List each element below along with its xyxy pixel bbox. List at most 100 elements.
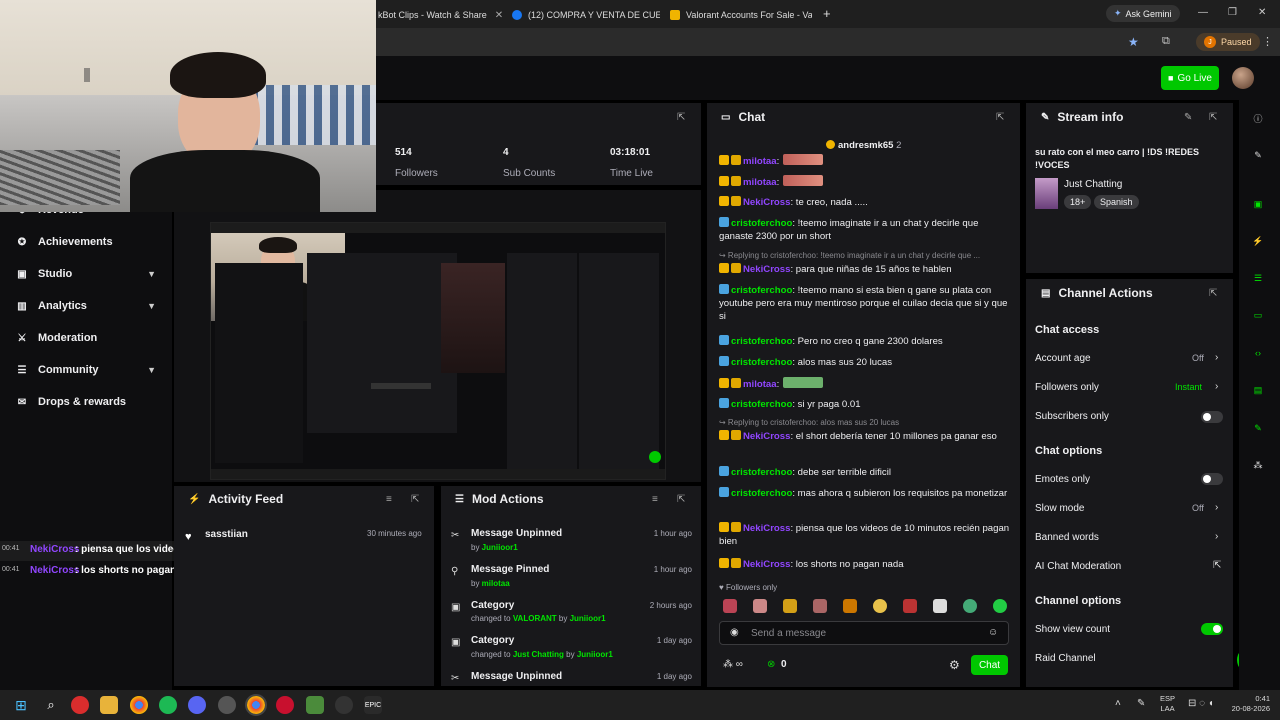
user-avatar[interactable] [1232,67,1254,89]
new-tab-icon[interactable]: + [823,6,831,21]
chat-username[interactable]: NekiCross [743,559,790,570]
chevron-right-icon[interactable]: › [1215,502,1218,513]
sidebar-item-drops[interactable]: ✉ Drops & rewards [16,392,162,412]
pinned-chatter[interactable]: andresmk65 2 [826,140,901,151]
search-icon[interactable]: ⌕ [42,696,60,714]
browser-tab-clips[interactable]: kBot Clips - Watch & Share ✕ [370,4,505,26]
category-name[interactable]: VALORANT [513,614,557,623]
discord-icon[interactable] [188,696,206,714]
emotes-only-toggle[interactable] [1201,473,1223,485]
chat-username[interactable]: milotaa [743,177,777,188]
chat-username[interactable]: cristoferchoo [731,218,792,229]
followers-only-label[interactable]: Followers only [1035,382,1099,393]
chat-input[interactable]: ◉ Send a message ☺ [719,621,1009,645]
sidebar-item-analytics[interactable]: ▥ Analytics ▼ [16,296,162,316]
chat-bubble-icon[interactable]: ▭ [1251,308,1265,322]
go-live-button[interactable]: ■ Go Live [1161,66,1219,90]
account-age-label[interactable]: Account age [1035,353,1091,364]
emote-icon[interactable] [843,599,857,613]
gear-icon[interactable]: ⚙ [949,658,960,672]
language-indicator[interactable]: ESP LAA [1160,694,1175,714]
epic-games-icon[interactable]: EPIC [364,696,382,714]
chevron-right-icon[interactable]: › [1215,531,1218,542]
clip-icon[interactable]: ▣ [1251,197,1265,211]
bits-icon[interactable]: ◉ [730,627,739,638]
popout-icon[interactable]: ⇱ [677,112,685,123]
bookmark-star-icon[interactable]: ★ [1128,35,1139,49]
chat-username[interactable]: NekiCross [743,523,790,534]
subscribers-only-toggle[interactable] [1201,411,1223,423]
spotify-icon[interactable] [159,696,177,714]
emote-icon[interactable] [993,599,1007,613]
maximize-icon[interactable]: ❐ [1228,7,1237,18]
chat-username[interactable]: NekiCross [743,431,790,442]
emote-icon[interactable] [813,599,827,613]
community-points-icon[interactable]: ⁂ ∞ [723,659,743,670]
pencil-icon[interactable]: ✎ [1251,148,1265,162]
chevron-right-icon[interactable]: › [1215,352,1218,363]
popout-icon[interactable]: ⇱ [1209,112,1217,123]
emote-icon[interactable] [873,599,887,613]
chat-username[interactable]: milotaa [743,156,777,167]
wrench-icon[interactable]: ✎ [1251,421,1265,435]
chat-username[interactable]: cristoferchoo [731,467,792,478]
popout-icon[interactable]: ⇱ [1209,288,1217,299]
chat-send-button[interactable]: Chat [971,655,1008,675]
app-icon[interactable] [276,696,294,714]
emote-icon[interactable] [933,599,947,613]
chat-username[interactable]: NekiCross [743,197,790,208]
emote-icon[interactable] [963,599,977,613]
chrome-active-icon[interactable] [245,694,267,716]
filter-icon[interactable]: ≡ [652,494,658,505]
code-icon[interactable]: ‹› [1251,346,1265,360]
show-view-count-toggle[interactable] [1201,623,1223,635]
minecraft-icon[interactable] [306,696,324,714]
chat-username[interactable]: cristoferchoo [731,336,792,347]
edit-icon[interactable]: ✎ [1184,112,1192,123]
filter-icon[interactable]: ≡ [386,494,392,505]
obs-icon[interactable] [335,696,353,714]
category-name[interactable]: Just Chatting [513,650,564,659]
emote-icon[interactable] [723,599,737,613]
ask-gemini-button[interactable]: ✦ Ask Gemini [1106,5,1180,22]
chat-username[interactable]: cristoferchoo [731,488,792,499]
browser-tab-valorant[interactable]: Valorant Accounts For Sale - Va✕ [662,4,812,26]
profile-paused-button[interactable]: J Paused [1196,33,1260,51]
chat-username[interactable]: cristoferchoo [731,399,792,410]
sidebar-item-moderation[interactable]: ⚔ Moderation [16,328,162,348]
emote-icon[interactable] [783,599,797,613]
app-icon[interactable] [71,696,89,714]
raid-channel-label[interactable]: Raid Channel [1035,653,1096,664]
extensions-icon[interactable]: ⧉ [1162,35,1170,48]
extensions-icon[interactable]: ⁂ [1251,458,1265,472]
chevron-up-icon[interactable]: ˄ [1115,698,1121,709]
banned-words-label[interactable]: Banned words [1035,532,1099,543]
chat-username[interactable]: milotaa [743,379,777,390]
browser-tab-compra[interactable]: (12) COMPRA Y VENTA DE CUE✕ [504,4,660,26]
chat-username[interactable]: cristoferchoo [731,285,792,296]
list-icon[interactable]: ☰ [1251,271,1265,285]
emote-icon[interactable] [753,599,767,613]
slow-mode-label[interactable]: Slow mode [1035,503,1084,514]
external-link-icon[interactable]: ⇱ [1213,560,1221,571]
ai-chat-moderation-label[interactable]: AI Chat Moderation [1035,561,1121,572]
window-close-icon[interactable]: ✕ [1258,7,1266,18]
info-icon[interactable]: ⓘ [1251,111,1265,125]
chrome-icon[interactable] [130,696,148,714]
file-explorer-icon[interactable] [100,696,118,714]
pen-tray-icon[interactable]: ✎ [1137,698,1145,709]
tag-badge[interactable]: 18+ [1064,195,1092,209]
chevron-right-icon[interactable]: › [1215,381,1218,392]
sidebar-item-achievements[interactable]: ✪ Achievements [16,232,162,252]
popout-icon[interactable]: ⇱ [411,494,419,505]
settings-app-icon[interactable] [218,696,236,714]
stream-category[interactable]: Just Chatting [1064,179,1122,190]
category-box-art[interactable] [1035,178,1058,209]
close-icon[interactable]: ✕ [495,10,503,21]
lightning-icon[interactable]: ⚡ [1251,234,1265,248]
stream-preview-video[interactable] [210,222,666,480]
popout-icon[interactable]: ⇱ [996,112,1004,123]
layout-icon[interactable]: ▤ [1251,383,1265,397]
popout-icon[interactable]: ⇱ [677,494,685,505]
network-icon[interactable]: ⊟ ◌ ◖ [1188,698,1214,709]
